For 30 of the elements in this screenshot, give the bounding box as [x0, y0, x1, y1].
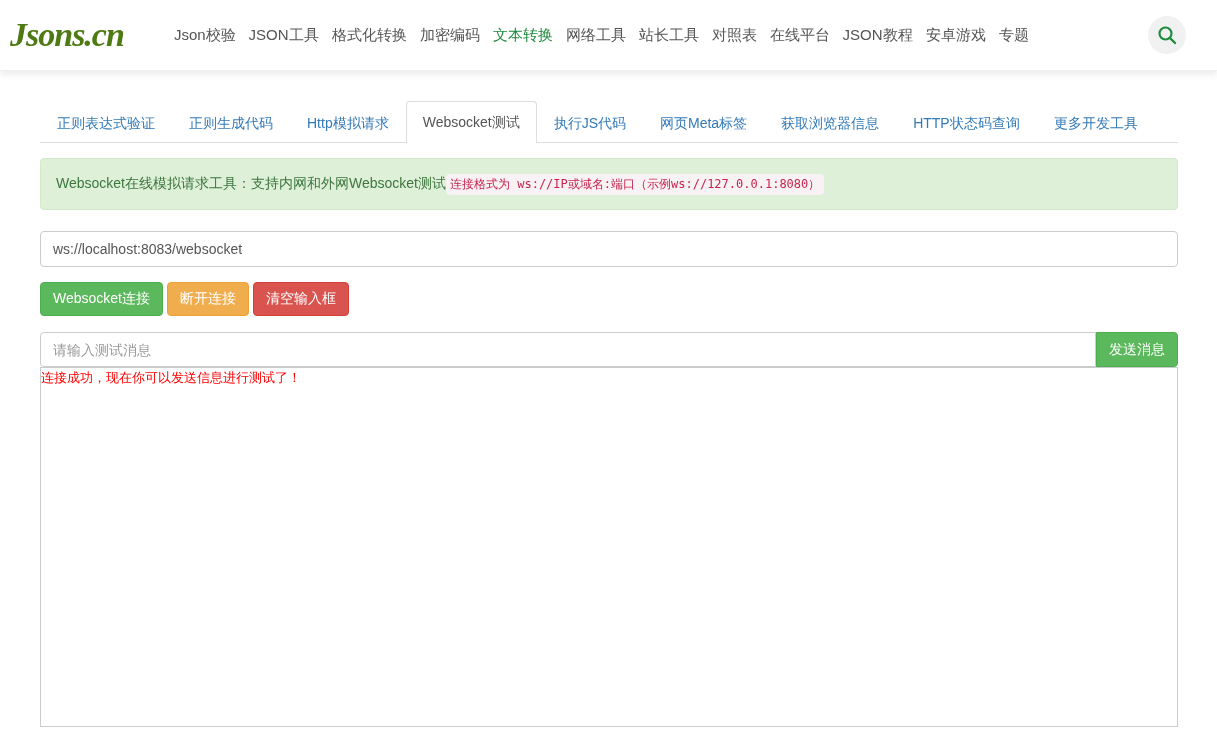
- nav-link[interactable]: 格式化转换: [331, 25, 407, 45]
- nav-link[interactable]: 安卓游戏: [925, 25, 986, 45]
- nav-link[interactable]: JSON工具: [248, 25, 319, 45]
- log-message: 连接成功，现在你可以发送信息进行测试了！: [41, 369, 302, 387]
- nav-link[interactable]: JSON教程: [842, 25, 913, 45]
- tab[interactable]: 执行JS代码: [536, 102, 644, 143]
- nav-link[interactable]: 站长工具: [638, 25, 699, 45]
- tab[interactable]: 正则生成代码: [172, 102, 290, 143]
- tab[interactable]: HTTP状态码查询: [896, 102, 1037, 143]
- tab[interactable]: 正则表达式验证: [40, 102, 172, 143]
- tab[interactable]: Http模拟请求: [290, 102, 406, 143]
- nav-link[interactable]: 文本转换: [492, 25, 553, 45]
- tab[interactable]: 获取浏览器信息: [764, 102, 897, 143]
- nav-link[interactable]: 对照表: [711, 25, 757, 45]
- nav-link[interactable]: 专题: [998, 25, 1029, 45]
- action-button[interactable]: 清空输入框: [253, 282, 349, 316]
- tab[interactable]: Websocket测试: [405, 101, 537, 143]
- alert-text: Websocket在线模拟请求工具：支持内网和外网Websocket测试: [56, 175, 446, 193]
- tab[interactable]: 网页Meta标签: [643, 102, 765, 143]
- nav-link[interactable]: 网络工具: [565, 25, 626, 45]
- nav-link[interactable]: Json校验: [173, 25, 236, 45]
- message-field[interactable]: 请输入测试消息: [40, 332, 1096, 367]
- nav-link[interactable]: 在线平台: [769, 25, 830, 45]
- nav-link[interactable]: 加密编码: [419, 25, 480, 45]
- format-hint: 连接格式为 ws://IP或域名:端口（示例ws://127.0.0.1:8080）: [446, 173, 825, 195]
- search-icon: [1157, 25, 1177, 45]
- site-logo[interactable]: Jsons.cn: [10, 16, 124, 54]
- search-button[interactable]: [1148, 16, 1186, 54]
- tab[interactable]: 更多开发工具: [1036, 102, 1155, 143]
- url-field[interactable]: ws://localhost:8083/websocket: [40, 231, 1178, 267]
